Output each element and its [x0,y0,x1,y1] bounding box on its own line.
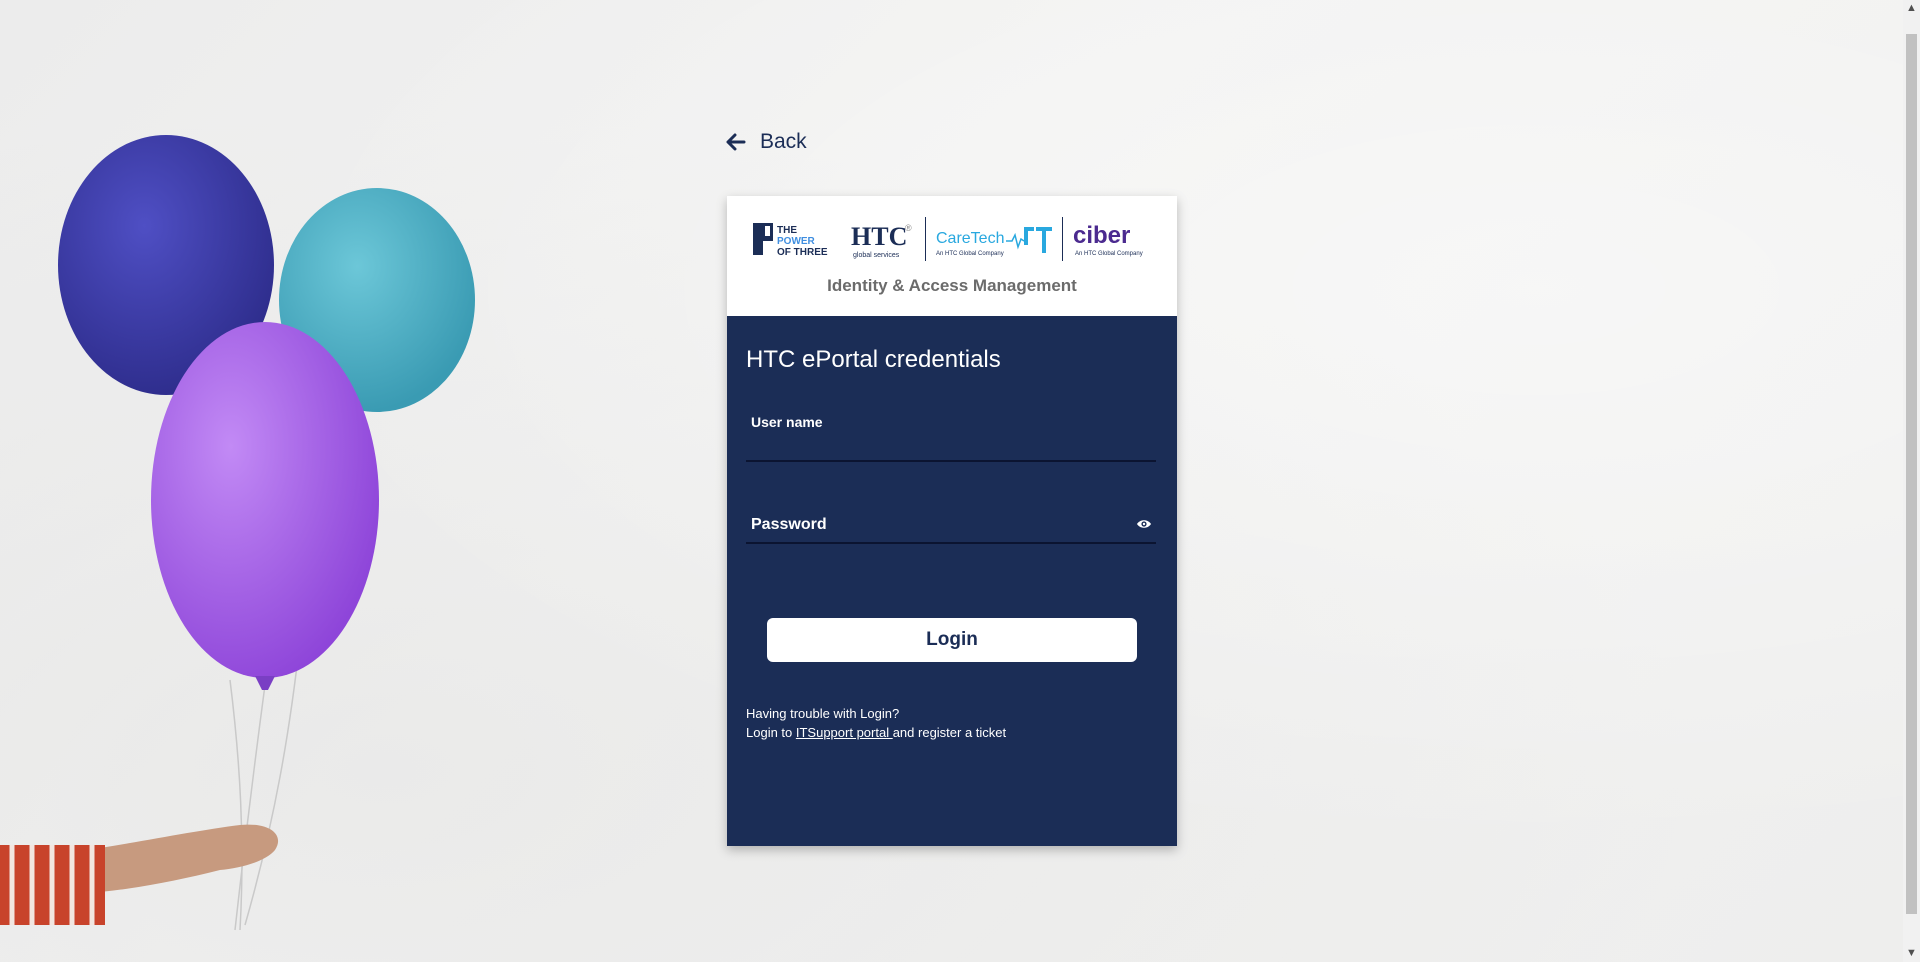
ciber-logo: ciber An HTC Global Company [1073,222,1143,257]
credentials-heading: HTC ePortal credentials [746,346,1001,373]
purple-balloon [151,322,379,678]
svg-text:An HTC Global Company: An HTC Global Company [936,251,1004,257]
help-line-1: Having trouble with Login? [746,706,900,721]
back-link[interactable]: Back [726,130,807,154]
username-field[interactable]: User name [746,414,1156,462]
page-scrollbar[interactable]: ▲ ▼ [1903,0,1920,962]
arrow-left-icon [726,133,746,151]
logo-divider [1062,217,1063,261]
svg-text:THE: THE [777,225,797,236]
password-input[interactable] [751,516,1126,540]
help-line-2: Login to ITSupport portal and register a… [746,723,1006,742]
itsupport-portal-link[interactable]: ITSupport portal [796,725,893,740]
login-card: THE POWER OF THREE HTC ® global services… [727,196,1177,846]
balloons-illustration [0,135,475,931]
scrollbar-thumb[interactable] [1906,34,1917,914]
power-of-three-logo: THE POWER OF THREE [753,223,828,258]
logo-divider [925,217,926,261]
card-header: THE POWER OF THREE HTC ® global services… [727,196,1177,316]
help-prefix: Login to [746,725,796,740]
svg-text:POWER: POWER [777,236,816,247]
partner-logos: THE POWER OF THREE HTC ® global services… [751,216,1161,262]
svg-text:OF THREE: OF THREE [777,247,828,258]
show-password-eye-icon[interactable] [1136,518,1152,530]
login-button[interactable]: Login [767,618,1137,662]
login-help: Having trouble with Login? Login to ITSu… [746,704,1006,742]
svg-text:HTC: HTC [851,222,907,251]
scroll-down-arrow-icon[interactable]: ▼ [1903,945,1920,962]
back-label: Back [760,130,807,153]
svg-text:®: ® [905,223,912,233]
svg-text:ciber: ciber [1073,222,1130,249]
scroll-up-arrow-icon[interactable]: ▲ [1903,0,1920,17]
htc-logo: HTC ® global services [851,222,912,259]
help-suffix: and register a ticket [892,725,1007,740]
username-label: User name [751,414,823,430]
iam-title: Identity & Access Management [827,276,1077,295]
svg-text:An HTC Global Company: An HTC Global Company [1075,251,1143,257]
credentials-panel: HTC ePortal credentials User name Passwo… [727,316,1177,846]
password-field[interactable]: Password [746,506,1156,544]
svg-text:global services: global services [853,252,900,259]
caretech-logo: CareTech An HTC Global Company [936,227,1052,257]
svg-text:CareTech: CareTech [936,230,1004,247]
username-input[interactable] [751,434,1126,458]
